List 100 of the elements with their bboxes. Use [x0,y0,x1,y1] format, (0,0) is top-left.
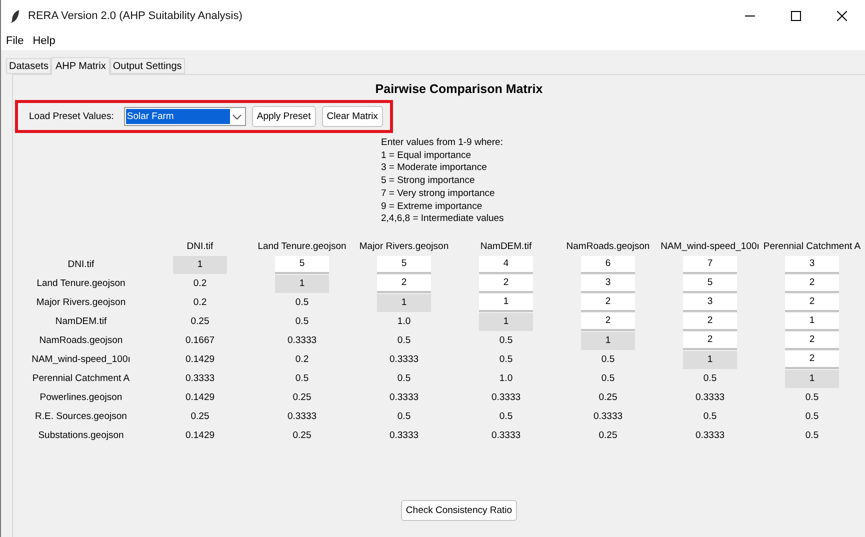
input-field[interactable]: 2 [581,312,635,331]
input-field[interactable]: 2 [581,294,635,312]
table-cell-text: 0.25 [292,429,312,444]
instruction-text: 3 = Moderate importance [381,162,488,176]
input-field[interactable]: 2 [785,350,839,369]
preset-dropdown[interactable]: Solar Farm [124,107,246,126]
table-cell-text: 0.25 [292,391,312,406]
table-cell-text: 0.5 [804,391,820,406]
table-cell-text: 0.3333 [286,334,318,348]
row-header: DNI.tif [68,258,94,272]
table-cell-text: 0.5 [498,334,514,348]
table-cell-text: 0.5 [396,410,412,424]
column-header: NamRoads.geojson [566,240,650,254]
menu-item[interactable]: Help [32,35,56,47]
instruction-text: 1 = Equal importance [381,150,472,162]
preset-label: Load Preset Values: [29,111,114,122]
input-field[interactable]: 7 [683,256,737,274]
table-cell-text: 0.5 [396,334,412,348]
table-cell-text: 0.5 [498,353,514,368]
table-cell-text: 0.3333 [592,410,624,424]
row-header: Major Rivers.geojson [36,296,126,310]
row-header: R.E. Sources.geojson [35,410,127,424]
feather-icon [11,10,20,22]
close-icon [837,11,847,21]
table-cell-text: 0.1429 [184,391,216,406]
input-field[interactable]: 4 [479,256,533,274]
table-cell-text: 0.5 [702,410,718,424]
table-cell-text: 0.3333 [286,410,318,424]
table-cell-text: 0.5 [294,315,310,330]
column-header: Major Rivers.geojson [359,240,449,254]
tab[interactable]: Datasets [6,58,52,74]
table-cell-text: 0.5 [804,410,820,424]
table-cell-text: 0.1667 [184,334,216,348]
window-title: RERA Version 2.0 (AHP Suitability Analysis) [28,10,244,22]
table-cell-text: 0.2 [294,353,310,368]
table-cell-text: 0.5 [600,353,616,368]
chevron-down-icon [230,112,244,122]
input-field[interactable]: 6 [581,256,635,274]
input-field[interactable]: 5 [377,256,431,274]
matrix-heading: Pairwise Comparison Matrix [374,82,543,96]
input-field[interactable]: 2 [479,274,533,293]
tab[interactable]: Output Settings [110,58,185,74]
table-cell-text: 0.5 [498,410,514,424]
column-header: NamDEM.tif [480,240,532,254]
table-cell-text: 0.2 [192,296,208,310]
input-field[interactable]: 1 [785,312,839,331]
instruction-text: 9 = Extreme importance [381,200,484,214]
preset-button[interactable]: Clear Matrix [322,106,383,127]
maximize-icon [791,11,801,21]
column-header: DNI.tif [186,240,214,254]
input-field[interactable]: 2 [785,332,839,350]
diagonal-cell: 1 [581,332,635,350]
check-consistency-button[interactable]: Check Consistency Ratio [400,500,518,521]
instruction-text: 7 = Very strong importance [381,188,496,201]
instruction-text: 2,4,6,8 = Intermediate values [381,213,505,226]
table-cell-text: 0.5 [294,296,310,310]
table-cell-text: 0.3333 [388,353,420,368]
diagonal-cell: 1 [173,256,227,274]
input-field[interactable]: 2 [683,332,737,350]
input-field[interactable]: 2 [377,274,431,293]
table-cell-text: 0.5 [294,372,310,386]
tab[interactable]: AHP Matrix [51,57,110,75]
input-field[interactable]: 1 [479,294,533,312]
table-cell-text: 0.25 [598,429,618,444]
row-header: NamRoads.geojson [39,334,123,348]
input-field[interactable]: 3 [581,274,635,293]
row-header: Substations.geojson [38,428,124,443]
column-header: NAM_wind-speed_100ı [660,240,760,254]
row-header: Land Tenure.geojson [36,276,126,291]
table-cell-text: 0.3333 [694,429,726,444]
column-header: Perennial Catchment A [763,240,861,254]
table-cell-text: 1.0 [498,372,514,386]
input-field[interactable]: 5 [275,256,329,274]
diagonal-cell: 1 [785,370,839,388]
diagonal-cell: 1 [275,274,329,293]
table-cell-text: 0.25 [190,315,210,330]
table-cell-text: 0.1429 [184,429,216,444]
table-cell-text: 0.3333 [694,391,726,406]
diagonal-cell: 1 [683,350,737,369]
table-cell-text: 0.5 [702,372,718,386]
diagonal-cell: 1 [377,294,431,312]
input-field[interactable]: 3 [785,256,839,274]
input-field[interactable]: 2 [785,274,839,293]
table-cell-text: 0.25 [598,391,618,406]
table-cell-text: 0.5 [600,372,616,386]
table-cell-text: 0.3333 [388,429,420,444]
instruction-text: 5 = Strong importance [381,175,476,188]
table-cell-text: 0.3333 [388,391,420,406]
table-cell-text: 0.5 [396,372,412,386]
input-field[interactable]: 2 [785,294,839,312]
menu-item[interactable]: File [6,35,24,47]
table-cell-text: 0.25 [190,410,210,424]
preset-button[interactable]: Apply Preset [252,106,316,127]
input-field[interactable]: 2 [683,312,737,331]
input-field[interactable]: 5 [683,274,737,293]
input-field[interactable]: 3 [683,294,737,312]
row-header: NamDEM.tif [55,314,107,329]
diagonal-cell: 1 [479,312,533,331]
table-cell-text: 0.3333 [490,429,522,444]
table-cell-text: 0.1429 [184,353,216,368]
